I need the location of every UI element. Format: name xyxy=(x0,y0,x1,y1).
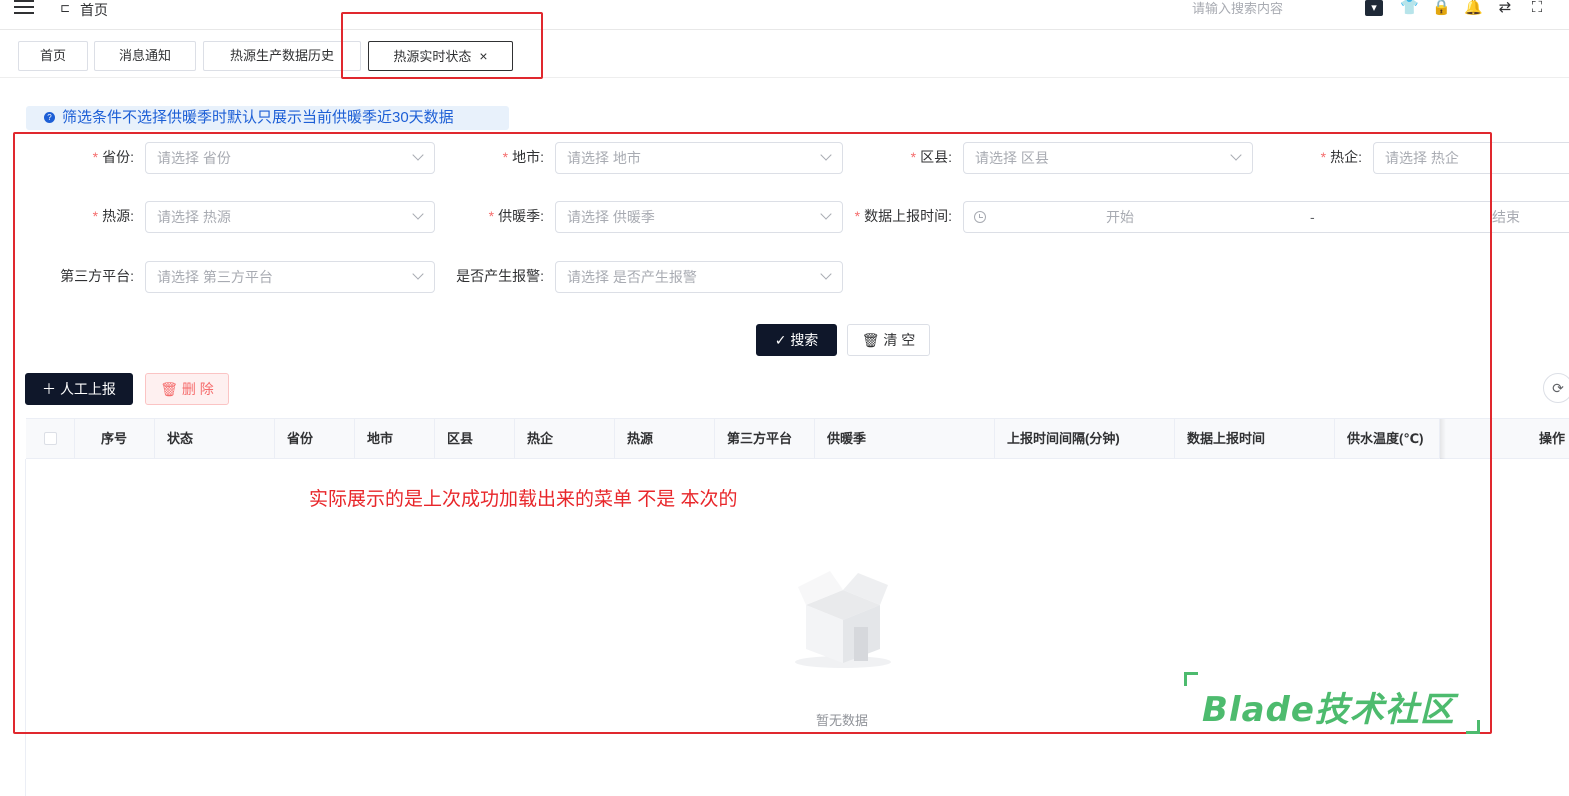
city-select[interactable]: 请选择 地市 xyxy=(555,142,843,174)
menu-icon[interactable] xyxy=(14,0,34,14)
col-source: 热源 xyxy=(615,419,715,459)
province-select[interactable]: 请选择 省份 xyxy=(145,142,435,174)
shirt-icon[interactable]: 👕 xyxy=(1400,0,1419,16)
lock-icon[interactable]: 🔒 xyxy=(1432,0,1451,16)
plus-icon: ＋ xyxy=(42,381,60,397)
province-label: * 省份: xyxy=(92,149,134,165)
chevron-down-icon xyxy=(412,149,424,161)
report-time-range[interactable]: 开始 - 结束 xyxy=(963,201,1569,233)
county-label: * 区县: xyxy=(910,149,952,165)
chevron-down-icon xyxy=(820,268,832,280)
watermark-corner xyxy=(1184,672,1198,686)
col-province: 省份 xyxy=(275,419,355,459)
city-label: * 地市: xyxy=(502,149,544,165)
table-border xyxy=(25,459,26,796)
col-operation: 操作 xyxy=(1538,431,1565,446)
source-select[interactable]: 请选择 热源 xyxy=(145,201,435,233)
alarm-label: 是否产生报警: xyxy=(456,268,544,284)
source-label: * 热源: xyxy=(92,208,134,224)
season-select[interactable]: 请选择 供暖季 xyxy=(555,201,843,233)
watermark-text: Blade技术社区 xyxy=(1202,690,1455,730)
question-icon: ? xyxy=(44,112,55,123)
fullscreen-icon[interactable]: ⛶ xyxy=(1528,0,1546,16)
tab-bar: 首页 消息通知 热源生产数据历史 热源实时状态 × xyxy=(0,30,1569,78)
table-header: 序号 状态 省份 地市 区县 热企 热源 第三方平台 供暖季 上报时间间隔(分钟… xyxy=(26,418,1569,459)
col-city: 地市 xyxy=(355,419,435,459)
empty-box-icon xyxy=(795,571,891,668)
trash-icon: 🗑 xyxy=(861,332,884,348)
chevron-down-icon xyxy=(820,149,832,161)
enterprise-label: * 热企: xyxy=(1320,149,1362,165)
county-select[interactable]: 请选择 区县 xyxy=(963,142,1253,174)
close-icon[interactable]: × xyxy=(479,48,487,64)
search-button[interactable]: ✓ 搜索 xyxy=(756,324,837,356)
col-enterprise: 热企 xyxy=(515,419,615,459)
refresh-icon[interactable]: ⟳ xyxy=(1543,373,1569,403)
col-report-interval: 上报时间间隔(分钟) xyxy=(995,419,1175,459)
empty-text: 暂无数据 xyxy=(816,713,869,728)
chevron-down-icon xyxy=(412,208,424,220)
breadcrumb[interactable]: 首页 xyxy=(80,0,108,20)
range-end[interactable]: 结束 xyxy=(1492,202,1520,232)
chevron-down-icon xyxy=(820,208,832,220)
range-start[interactable]: 开始 xyxy=(1106,202,1134,232)
manual-report-button[interactable]: ＋ 人工上报 xyxy=(25,373,133,405)
top-navbar: ⊏ 首页 请输入搜索内容 ▾ 👕 🔒 🔔 ⇄ ⛶ xyxy=(0,0,1569,30)
bell-icon[interactable]: 🔔 xyxy=(1464,0,1483,16)
tab-notifications[interactable]: 消息通知 xyxy=(94,41,196,71)
tab-heat-source-realtime[interactable]: 热源实时状态 × xyxy=(368,41,513,71)
tab-heat-source-history[interactable]: 热源生产数据历史 xyxy=(203,41,361,71)
col-platform: 第三方平台 xyxy=(715,419,815,459)
range-separator: - xyxy=(1310,209,1315,225)
col-county: 区县 xyxy=(435,419,515,459)
notice-text: 筛选条件不选择供暖季时默认只展示当前供暖季近30天数据 xyxy=(62,109,454,126)
clock-icon xyxy=(974,211,986,223)
chevron-down-icon xyxy=(412,268,424,280)
col-supply-temp: 供水温度(℃) xyxy=(1335,419,1440,459)
platform-label: 第三方平台: xyxy=(60,268,134,284)
col-report-time: 数据上报时间 xyxy=(1175,419,1335,459)
chevron-down-icon xyxy=(1230,149,1242,161)
watermark: Blade技术社区 xyxy=(1184,672,1480,734)
filter-notice: ? 筛选条件不选择供暖季时默认只展示当前供暖季近30天数据 xyxy=(26,106,509,130)
alarm-select[interactable]: 请选择 是否产生报警 xyxy=(555,261,843,293)
theme-icon[interactable]: ▾ xyxy=(1365,0,1383,16)
report-time-label: * 数据上报时间: xyxy=(854,208,952,224)
clear-button[interactable]: 🗑 清 空 xyxy=(847,324,930,356)
tab-home[interactable]: 首页 xyxy=(18,41,88,71)
annotation-text: 实际展示的是上次成功加载出来的菜单 不是 本次的 xyxy=(309,489,738,510)
col-season: 供暖季 xyxy=(815,419,995,459)
select-all-cell xyxy=(26,419,75,459)
season-label: * 供暖季: xyxy=(488,208,544,224)
col-status: 状态 xyxy=(155,419,275,459)
breadcrumb-icon: ⊏ xyxy=(60,1,71,15)
trash-icon: 🗑 xyxy=(160,381,182,397)
watermark-corner xyxy=(1466,720,1480,734)
search-input[interactable]: 请输入搜索内容 xyxy=(1192,0,1283,17)
select-all-checkbox[interactable] xyxy=(44,432,57,445)
delete-button[interactable]: 🗑 删 除 xyxy=(145,373,229,405)
col-index: 序号 xyxy=(75,419,155,459)
translate-icon[interactable]: ⇄ xyxy=(1496,0,1514,16)
check-icon: ✓ xyxy=(774,332,791,348)
platform-select[interactable]: 请选择 第三方平台 xyxy=(145,261,435,293)
enterprise-select[interactable]: 请选择 热企 xyxy=(1373,142,1569,174)
